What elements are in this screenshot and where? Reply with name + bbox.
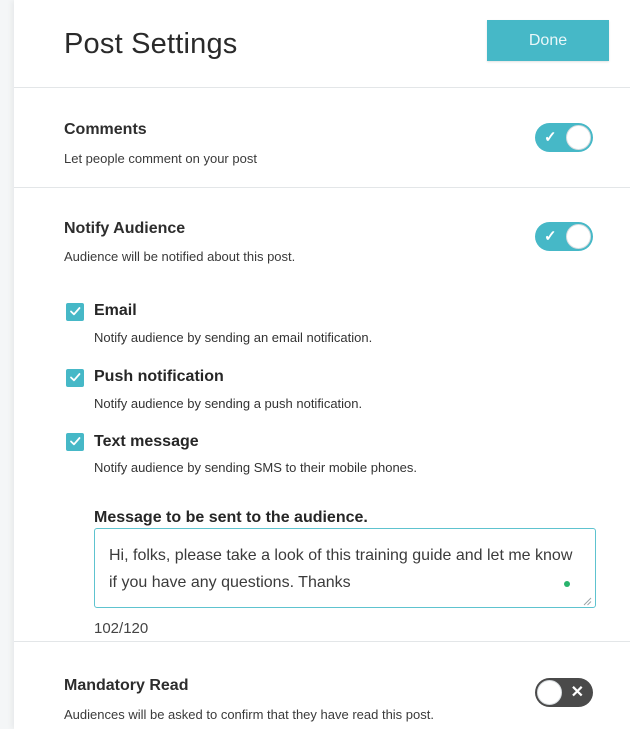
- checkmark-icon: [70, 307, 81, 316]
- toggle-knob: [566, 125, 591, 150]
- message-textarea[interactable]: Hi, folks, please take a look of this tr…: [94, 528, 596, 608]
- check-icon: ✓: [544, 129, 557, 146]
- notify-audience-toggle[interactable]: ✓: [535, 222, 593, 251]
- checkmark-icon: [70, 437, 81, 446]
- comments-title: Comments: [64, 121, 147, 138]
- notify-audience-title: Notify Audience: [64, 220, 186, 237]
- text-message-option-label: Text message: [94, 433, 199, 450]
- panel-header: Post Settings Done: [14, 0, 630, 88]
- character-counter: 102/120: [94, 620, 149, 637]
- section-divider: [14, 641, 630, 642]
- push-notification-option-description: Notify audience by sending a push notifi…: [94, 396, 363, 411]
- email-option-label: Email: [94, 302, 137, 319]
- push-notification-option-label: Push notification: [94, 368, 224, 385]
- section-divider: [14, 187, 630, 188]
- resize-grip-icon[interactable]: [582, 596, 592, 606]
- mandatory-read-description: Audiences will be asked to confirm that …: [64, 707, 434, 722]
- email-option-description: Notify audience by sending an email noti…: [94, 330, 373, 345]
- email-checkbox[interactable]: [66, 303, 84, 321]
- toggle-knob: [566, 224, 591, 249]
- mandatory-read-title: Mandatory Read: [64, 677, 189, 694]
- page-title: Post Settings: [64, 28, 238, 60]
- comments-toggle[interactable]: ✓: [535, 123, 593, 152]
- text-message-option-description: Notify audience by sending SMS to their …: [94, 460, 418, 475]
- checkmark-icon: [70, 373, 81, 382]
- message-field-label: Message to be sent to the audience.: [94, 509, 368, 526]
- text-message-checkbox[interactable]: [66, 433, 84, 451]
- close-icon: ✕: [570, 684, 584, 701]
- notify-audience-description: Audience will be notified about this pos…: [64, 249, 296, 264]
- check-icon: ✓: [544, 228, 557, 245]
- mandatory-read-toggle[interactable]: ✕: [535, 678, 593, 707]
- push-notification-checkbox[interactable]: [66, 369, 84, 387]
- comments-description: Let people comment on your post: [64, 151, 257, 166]
- status-dot-icon: [564, 581, 570, 587]
- done-button[interactable]: Done: [487, 20, 609, 61]
- toggle-knob: [537, 680, 562, 705]
- post-settings-panel: Post Settings Done Comments Let people c…: [14, 0, 630, 729]
